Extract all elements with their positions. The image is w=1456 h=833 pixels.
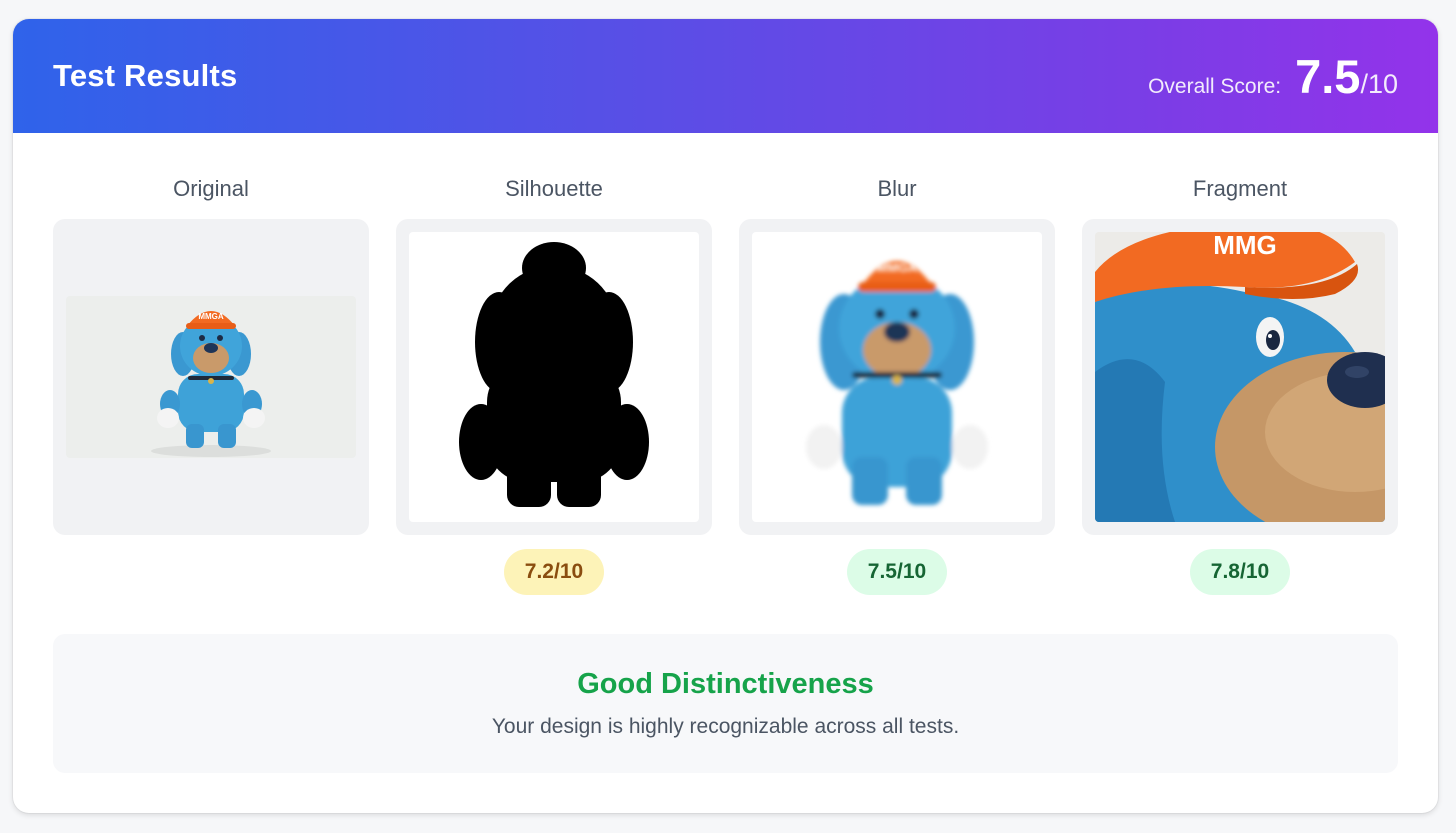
cap-logo-text: MMGA bbox=[876, 260, 918, 275]
score-badge: 7.8/10 bbox=[1189, 549, 1291, 595]
overall-score: Overall Score: 7.5 /10 bbox=[1148, 53, 1398, 100]
summary-text: Your design is highly recognizable acros… bbox=[491, 715, 960, 738]
test-label: Blur bbox=[877, 176, 917, 201]
test-label: Original bbox=[173, 176, 249, 201]
image-frame: MMGA bbox=[739, 219, 1055, 535]
test-silhouette: Silhouette 7.2/10 bbox=[396, 177, 712, 595]
score-badge: 7.5/10 bbox=[846, 549, 948, 595]
summary-title: Good Distinctiveness bbox=[577, 668, 874, 700]
score-badge: 7.2/10 bbox=[503, 549, 605, 595]
overall-score-max: /10 bbox=[1360, 68, 1398, 99]
test-fragment: Fragment MMG 7.8/10 bbox=[1082, 177, 1398, 595]
test-label: Fragment bbox=[1192, 176, 1288, 201]
summary-panel: Good Distinctiveness Your design is high… bbox=[53, 634, 1398, 773]
image-frame: MMG bbox=[1082, 219, 1398, 535]
cap-logo-text: MMGA bbox=[198, 312, 224, 321]
image-frame bbox=[396, 219, 712, 535]
cap-logo-text: MMG bbox=[1213, 232, 1277, 260]
overall-score-label: Overall Score: bbox=[1148, 74, 1282, 98]
test-grid: Original MMGA Silhouette 7.2/10 Blur MMG… bbox=[53, 177, 1398, 595]
test-label: Silhouette bbox=[505, 176, 603, 201]
original-image: MMGA bbox=[66, 296, 356, 458]
image-frame: MMGA bbox=[53, 219, 369, 535]
test-original: Original MMGA bbox=[53, 177, 369, 595]
results-card: Test Results Overall Score: 7.5 /10 Orig… bbox=[13, 19, 1438, 813]
page-title: Test Results bbox=[53, 58, 238, 93]
silhouette-image bbox=[409, 232, 699, 522]
overall-score-value: 7.5 bbox=[1295, 49, 1361, 103]
results-header: Test Results Overall Score: 7.5 /10 bbox=[13, 19, 1438, 133]
test-blur: Blur MMGA 7.5/10 bbox=[739, 177, 1055, 595]
blurred-image: MMGA bbox=[752, 232, 1042, 522]
fragment-image: MMG bbox=[1095, 232, 1385, 522]
